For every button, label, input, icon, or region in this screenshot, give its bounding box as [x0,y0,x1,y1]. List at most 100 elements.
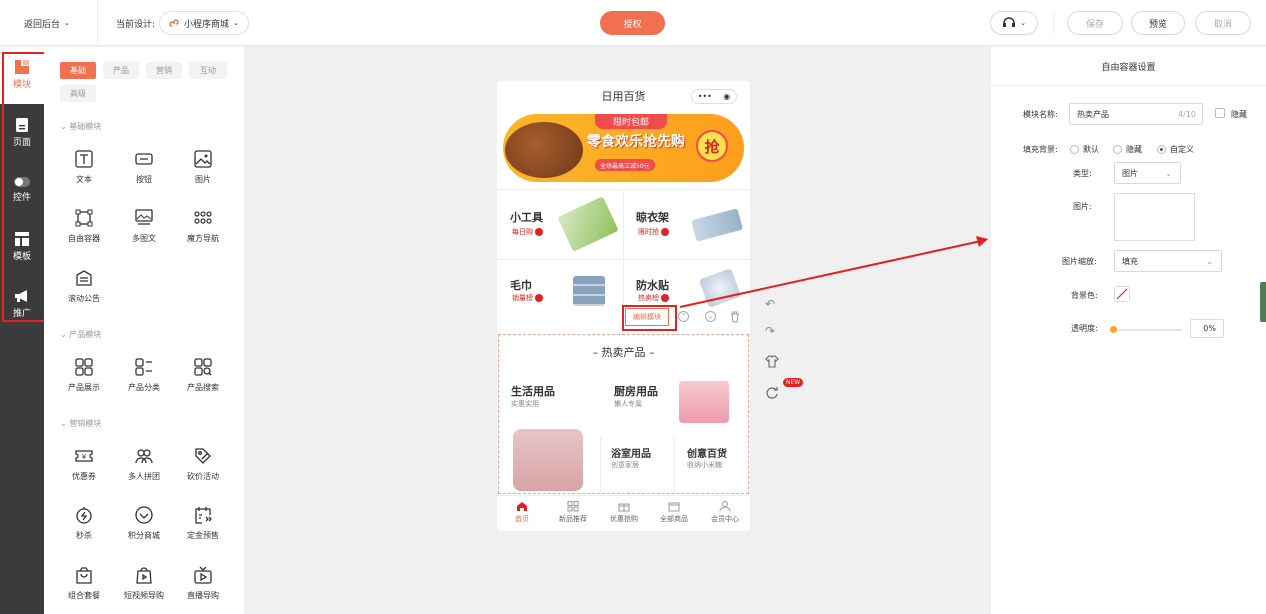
nav-home[interactable]: 首页 [505,501,539,524]
hot-item-subtitle: 实惠实用 [511,400,539,408]
support-dropdown[interactable]: ⌄ [990,11,1038,35]
fill-option-custom[interactable]: 自定义 [1157,144,1194,155]
towel-image [573,276,605,306]
cell-title: 毛巾 [510,279,532,292]
tab-advanced[interactable]: 高级 [60,85,96,102]
back-to-admin-button[interactable]: 返回后台 ⌄ [24,0,70,46]
image-icon [194,150,212,168]
hot-item-title: 浴室用品 [611,449,651,460]
module-magic-nav[interactable]: 魔方导航 [173,209,233,244]
hide-checkbox[interactable] [1215,108,1225,118]
module-scroll-notice[interactable]: 滚动公告 [54,269,114,304]
module-multi-image-text[interactable]: 多图文 [114,209,174,244]
save-button[interactable]: 保存 [1067,11,1123,35]
module-name-label: 模块名称: [1023,110,1058,119]
tab-product[interactable]: 产品 [103,62,139,79]
tab-interaction[interactable]: 互动 [189,62,227,79]
chevron-down-icon: ⌄ [1020,19,1026,27]
image-scale-select[interactable]: 填充 ⌄ [1114,250,1222,272]
module-flash-sale[interactable]: 秒杀 [54,506,114,541]
design-selector[interactable]: 小程序商城 ⌄ [159,11,249,35]
redo-icon[interactable]: ↷ [765,324,775,338]
snack-image [505,122,583,178]
target-icon: ◉ [723,92,731,101]
banner-headline: 零食欢乐抢先购 [587,134,685,150]
grab-button[interactable]: 抢 [696,130,728,162]
nav-member-center[interactable]: 会员中心 [704,501,746,524]
fill-option-hide[interactable]: 隐藏 [1113,144,1142,155]
module-product-category[interactable]: 产品分类 [114,358,174,393]
divider [600,436,601,496]
more-icon: ••• [697,92,712,101]
capsule-menu[interactable]: ••• ◉ [691,89,737,104]
hot-item-subtitle: 创意家居 [611,461,639,469]
module-deposit-presale[interactable]: 定金预售 [173,506,233,541]
refresh-icon[interactable] [765,386,779,400]
group-icon [135,449,153,464]
grid-dots-icon [194,211,212,224]
coupon-icon: ¥ [75,450,93,462]
opacity-slider-thumb[interactable] [1110,326,1117,333]
opacity-slider-track[interactable] [1112,329,1182,331]
module-bundle[interactable]: 组合套餐 [54,566,114,601]
live-tv-icon [194,566,212,584]
module-name-input[interactable]: 热卖产品 4/10 [1069,103,1203,125]
grid-icon [567,501,579,512]
bag-icon [76,567,92,584]
module-points-mall[interactable]: 积分商城 [114,506,174,541]
cell-badge: 销量榜 [512,293,544,303]
nav-all-products[interactable]: 全部商品 [653,501,695,524]
section-basic-modules[interactable]: ⌄ 基础模块 [60,121,101,132]
fill-option-default[interactable]: 默认 [1070,144,1099,155]
hot-item-subtitle: 懒人专属 [614,400,642,408]
chevron-down-icon: ⌄ [1165,168,1172,178]
annotation-highlight-edit [622,305,677,331]
top-bar: 返回后台 ⌄ 当前设计: 小程序商城 ⌄ 授权 ⌄ 保存 预览 取消 [0,0,1266,46]
module-image[interactable]: 图片 [173,150,233,185]
module-short-video[interactable]: 短视频导购 [114,566,174,601]
preview-button[interactable]: 预览 [1131,11,1185,35]
opacity-input[interactable]: 0% [1190,319,1224,338]
section-marketing-modules[interactable]: ⌄ 营销模块 [60,418,101,429]
settings-title: 自由容器设置 [991,47,1266,86]
annotation-highlight-rail [2,52,49,322]
banner-subtext: 全场最高立减50元 [595,159,655,171]
type-select[interactable]: 图片 ⌄ [1114,162,1181,184]
tab-basic[interactable]: 基础 [60,62,96,79]
tag-cut-icon [195,448,211,464]
module-group-buy[interactable]: 多人拼团 [114,447,174,482]
nav-new-products[interactable]: 新品推荐 [552,501,594,524]
gift-icon [618,503,630,512]
image-label: 图片: [1073,202,1092,211]
module-bargain[interactable]: 砍价活动 [173,447,233,482]
divider [674,436,675,496]
mini-program-icon [169,19,179,27]
tab-marketing[interactable]: 营销 [146,62,182,79]
divider [97,0,98,46]
diamond-icon [135,506,153,524]
authorize-button[interactable]: 授权 [600,11,665,35]
promo-banner[interactable]: 限时包邮 零食欢乐抢先购 全场最高立减50元 抢 [503,114,744,182]
module-product-display[interactable]: 产品展示 [54,358,114,393]
module-coupon[interactable]: ¥ 优惠券 [54,447,114,482]
cancel-button[interactable]: 取消 [1195,11,1251,35]
chevron-down-icon: ⌄ [64,19,70,27]
settings-panel: 自由容器设置 模块名称: 热卖产品 4/10 隐藏 填充背景: 默认 隐藏 自定义… [991,47,1266,614]
hide-label: 隐藏 [1231,110,1247,119]
section-product-modules[interactable]: ⌄ 产品模块 [60,329,101,340]
module-live-shopping[interactable]: 直播导购 [173,566,233,601]
module-product-search[interactable]: 产品搜索 [173,358,233,393]
user-icon [719,501,731,512]
image-upload-box[interactable] [1114,193,1195,241]
notice-icon [76,270,92,286]
kitchen-box-image [679,381,729,423]
module-button[interactable]: 按钮 [114,150,174,185]
shirt-icon[interactable] [765,355,779,368]
module-text[interactable]: 文本 [54,150,114,185]
module-free-container[interactable]: 自由容器 [54,209,114,244]
hot-item-title: 创意百货 [687,449,727,460]
nav-deals[interactable]: 优惠抢购 [603,501,645,524]
tool-image [557,196,619,252]
color-picker-none[interactable] [1114,286,1130,302]
side-floating-tab[interactable] [1260,282,1266,322]
